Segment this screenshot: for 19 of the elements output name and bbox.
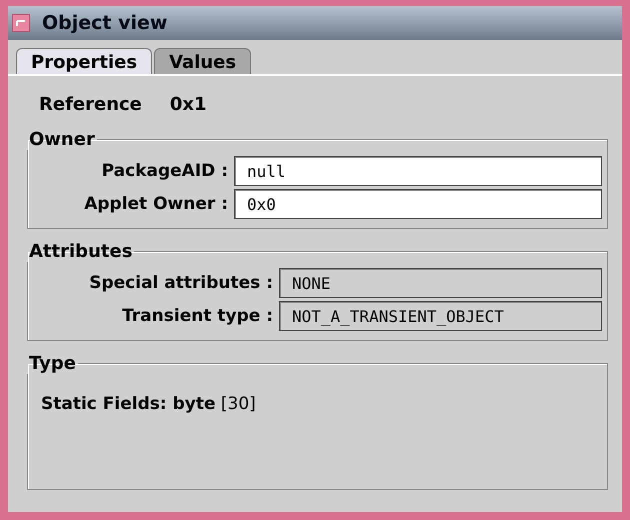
group-title: Owner bbox=[28, 129, 96, 150]
window-title: Object view bbox=[42, 12, 168, 34]
field-label: PackageAID : bbox=[100, 161, 228, 181]
reference-label: Reference bbox=[39, 94, 142, 115]
field-label: Transient type : bbox=[121, 306, 273, 326]
static-fields-text: Static Fields: byte [30] bbox=[41, 394, 257, 414]
tab[interactable]: Values bbox=[154, 48, 252, 74]
field-label: Applet Owner : bbox=[83, 194, 228, 214]
input-field[interactable]: 0x0 bbox=[234, 189, 602, 219]
group-title: Attributes bbox=[28, 241, 134, 262]
window-menu-button[interactable] bbox=[12, 14, 30, 32]
input-field[interactable]: null bbox=[234, 156, 602, 186]
window-menu-icon bbox=[16, 19, 26, 27]
read-only-field: NONE bbox=[279, 268, 602, 298]
field-label: Special attributes : bbox=[88, 273, 273, 293]
tab[interactable]: Properties bbox=[16, 48, 152, 74]
reference-value: 0x1 bbox=[170, 94, 207, 115]
read-only-field: NOT_A_TRANSIENT_OBJECT bbox=[279, 301, 602, 331]
group-title: Type bbox=[28, 353, 77, 374]
